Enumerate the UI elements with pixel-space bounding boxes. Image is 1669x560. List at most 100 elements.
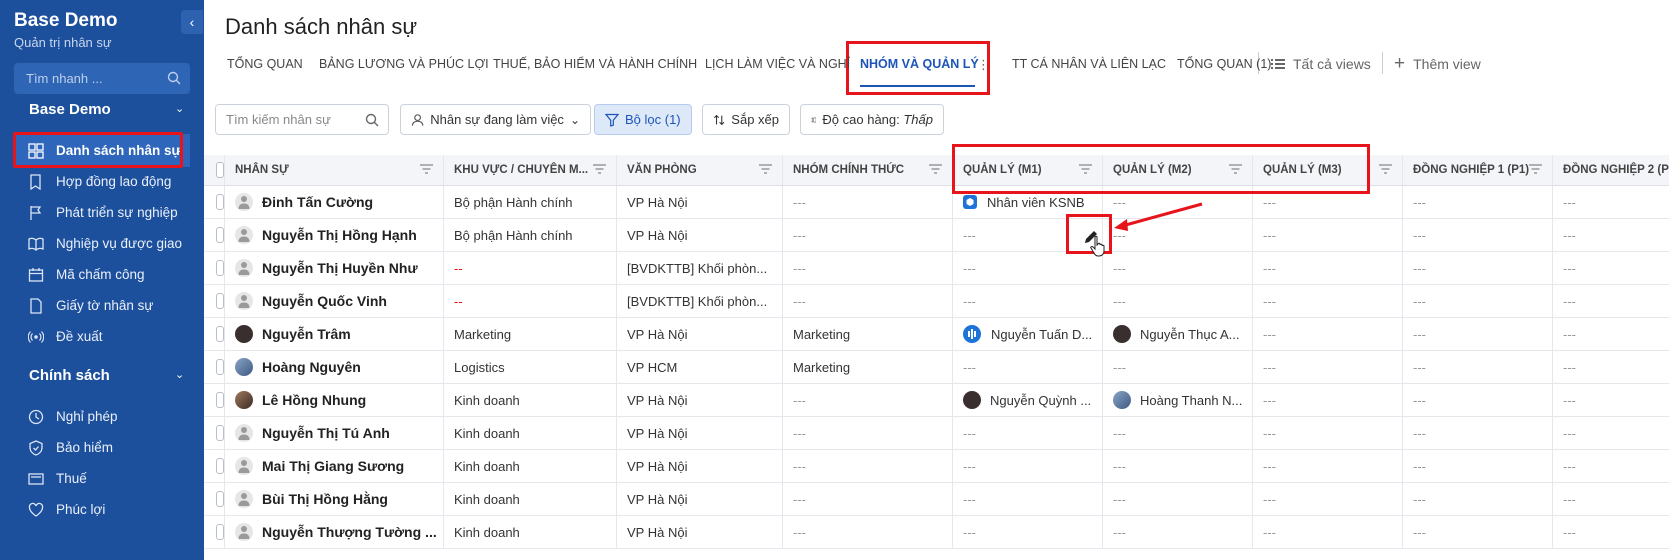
table-row[interactable]: Nguyễn Thượng Tường ... Kinh doanh VP Hà N… xyxy=(204,516,1669,549)
select-all-checkbox[interactable] xyxy=(216,162,224,178)
official-group-column-cell[interactable]: --- xyxy=(783,285,953,317)
peer-p2-column-cell[interactable]: --- xyxy=(1553,351,1669,383)
sidebar-item[interactable]: Đề xuất xyxy=(14,320,190,353)
employee-name[interactable]: Nguyễn Thượng Tường ... xyxy=(262,524,437,540)
employee-column-cell[interactable]: Nguyễn Quốc Vinh xyxy=(225,285,444,317)
manager-m1-column-cell[interactable]: Nguyễn Quỳnh ... xyxy=(953,384,1103,416)
manager-m1-column-cell[interactable]: --- xyxy=(953,483,1103,515)
official-group-column-header[interactable]: NHÓM CHÍNH THỨC xyxy=(783,155,953,185)
peer-p1-column-cell[interactable]: --- xyxy=(1403,219,1553,251)
area-column-cell[interactable]: Kinh doanh xyxy=(444,516,617,548)
manager-m2-column-cell[interactable]: Nguyễn Thục A... xyxy=(1103,318,1253,350)
manager-m1-column-cell[interactable]: --- xyxy=(953,417,1103,449)
table-row[interactable]: Nguyễn Thị Tú Anh Kinh doanh VP Hà Nội --- -… xyxy=(204,417,1669,450)
employee-column-cell[interactable]: Bùi Thị Hồng Hằng xyxy=(225,483,444,515)
office-column-cell[interactable]: VP Hà Nội xyxy=(617,384,783,416)
office-column-cell[interactable]: VP Hà Nội xyxy=(617,417,783,449)
area-column-cell[interactable]: -- xyxy=(444,252,617,284)
office-column-header[interactable]: VĂN PHÒNG xyxy=(617,155,783,185)
row-checkbox[interactable] xyxy=(216,524,224,540)
peer-p1-column-cell[interactable]: --- xyxy=(1403,417,1553,449)
office-column-cell[interactable]: VP Hà Nội xyxy=(617,186,783,218)
employee-column-cell[interactable]: Hoàng Nguyên xyxy=(225,351,444,383)
employee-column-cell[interactable]: Nguyễn Thị Hồng Hạnh xyxy=(225,219,444,251)
manager-m1-column-cell[interactable]: --- xyxy=(953,252,1103,284)
select-column-cell[interactable] xyxy=(204,318,225,350)
area-column-cell[interactable]: Kinh doanh xyxy=(444,450,617,482)
tab[interactable]: LỊCH LÀM VIỆC VÀ NGHỈ xyxy=(705,57,850,71)
select-column-header[interactable] xyxy=(204,155,225,185)
official-group-column-cell[interactable]: Marketing xyxy=(783,351,953,383)
select-column-cell[interactable] xyxy=(204,516,225,548)
official-group-column-cell[interactable]: Marketing xyxy=(783,318,953,350)
collapse-sidebar-button[interactable]: ‹ xyxy=(181,10,203,34)
employee-column-cell[interactable]: Nguyễn Thượng Tường ... xyxy=(225,516,444,548)
manager-m3-column-cell[interactable]: --- xyxy=(1253,219,1403,251)
peer-p2-column-cell[interactable]: --- xyxy=(1553,483,1669,515)
select-column-cell[interactable] xyxy=(204,417,225,449)
office-column-cell[interactable]: VP Hà Nội xyxy=(617,483,783,515)
tab[interactable]: TT CÁ NHÂN VÀ LIÊN LẠC xyxy=(1012,57,1166,71)
sidebar-item[interactable]: Nghỉ phép xyxy=(14,400,190,433)
filter-button[interactable]: Bộ lọc (1) xyxy=(594,104,692,135)
select-column-cell[interactable] xyxy=(204,450,225,482)
official-group-column-cell[interactable]: --- xyxy=(783,450,953,482)
select-column-cell[interactable] xyxy=(204,351,225,383)
manager-m3-column-cell[interactable]: --- xyxy=(1253,516,1403,548)
column-filter-icon[interactable] xyxy=(759,164,772,177)
sort-button[interactable]: Sắp xếp xyxy=(702,104,790,135)
peer-p1-column-header[interactable]: ĐỒNG NGHIỆP 1 (P1) xyxy=(1403,155,1553,185)
employee-column-cell[interactable]: Lê Hồng Nhung xyxy=(225,384,444,416)
employee-name[interactable]: Hoàng Nguyên xyxy=(262,359,361,375)
official-group-column-cell[interactable]: --- xyxy=(783,483,953,515)
column-filter-icon[interactable] xyxy=(593,164,606,177)
manager-m1-column-cell[interactable]: --- xyxy=(953,285,1103,317)
peer-p2-column-cell[interactable]: --- xyxy=(1553,219,1669,251)
table-row[interactable]: Lê Hồng Nhung Kinh doanh VP Hà Nội --- Nguyễ… xyxy=(204,384,1669,417)
peer-p2-column-cell[interactable]: --- xyxy=(1553,450,1669,482)
office-column-cell[interactable]: VP Hà Nội xyxy=(617,516,783,548)
employee-name[interactable]: Nguyễn Thị Hồng Hạnh xyxy=(262,227,417,243)
office-column-cell[interactable]: VP Hà Nội xyxy=(617,219,783,251)
manager-m1-column-cell[interactable]: --- xyxy=(953,450,1103,482)
row-checkbox[interactable] xyxy=(216,293,224,309)
peer-p1-column-cell[interactable]: --- xyxy=(1403,351,1553,383)
employee-status-dropdown[interactable]: Nhân sự đang làm việc ⌄ xyxy=(400,104,591,135)
employee-column-header[interactable]: NHÂN SỰ xyxy=(225,155,444,185)
peer-p2-column-cell[interactable]: --- xyxy=(1553,318,1669,350)
employee-column-cell[interactable]: Nguyễn Trâm xyxy=(225,318,444,350)
official-group-column-cell[interactable]: --- xyxy=(783,186,953,218)
tab[interactable]: TỔNG QUAN xyxy=(227,57,303,71)
manager-m1-column-cell[interactable]: --- xyxy=(953,351,1103,383)
table-row[interactable]: Mai Thị Giang Sương Kinh doanh VP Hà Nội --… xyxy=(204,450,1669,483)
sidebar-group-base-demo[interactable]: Base Demo ⌄ xyxy=(29,101,184,118)
manager-m2-column-cell[interactable]: --- xyxy=(1103,285,1253,317)
sidebar-item[interactable]: Thuế xyxy=(14,462,190,495)
row-checkbox[interactable] xyxy=(216,194,224,210)
tab[interactable]: NHÓM VÀ QUẢN LÝ xyxy=(860,57,979,71)
manager-m2-column-cell[interactable]: Hoàng Thanh N... xyxy=(1103,384,1253,416)
official-group-column-cell[interactable]: --- xyxy=(783,384,953,416)
manager-m2-column-cell[interactable]: --- xyxy=(1103,351,1253,383)
area-column-cell[interactable]: Marketing xyxy=(444,318,617,350)
office-column-cell[interactable]: VP HCM xyxy=(617,351,783,383)
area-column-cell[interactable]: Kinh doanh xyxy=(444,417,617,449)
employee-name[interactable]: Nguyễn Quốc Vinh xyxy=(262,293,387,309)
peer-p2-column-cell[interactable]: --- xyxy=(1553,285,1669,317)
office-column-cell[interactable]: [BVDKTTB] Khối phòn... xyxy=(617,285,783,317)
sidebar-item[interactable]: Mã chấm công xyxy=(14,258,190,291)
select-column-cell[interactable] xyxy=(204,219,225,251)
area-column-cell[interactable]: Bộ phận Hành chính xyxy=(444,219,617,251)
employee-name[interactable]: Nguyễn Trâm xyxy=(262,326,351,342)
employee-name[interactable]: Đinh Tấn Cường xyxy=(262,194,373,210)
row-checkbox[interactable] xyxy=(216,491,224,507)
employee-column-cell[interactable]: Mai Thị Giang Sương xyxy=(225,450,444,482)
sidebar-item[interactable]: Hợp đồng lao động xyxy=(14,165,190,198)
tab[interactable]: THUẾ, BẢO HIỂM VÀ HÀNH CHÍNH xyxy=(493,57,697,71)
select-column-cell[interactable] xyxy=(204,285,225,317)
select-column-cell[interactable] xyxy=(204,186,225,218)
row-checkbox[interactable] xyxy=(216,326,224,342)
sidebar-group-policy[interactable]: Chính sách ⌄ xyxy=(29,367,184,384)
employee-name[interactable]: Nguyễn Thị Huyền Như xyxy=(262,260,418,276)
manager-m2-column-cell[interactable]: --- xyxy=(1103,252,1253,284)
